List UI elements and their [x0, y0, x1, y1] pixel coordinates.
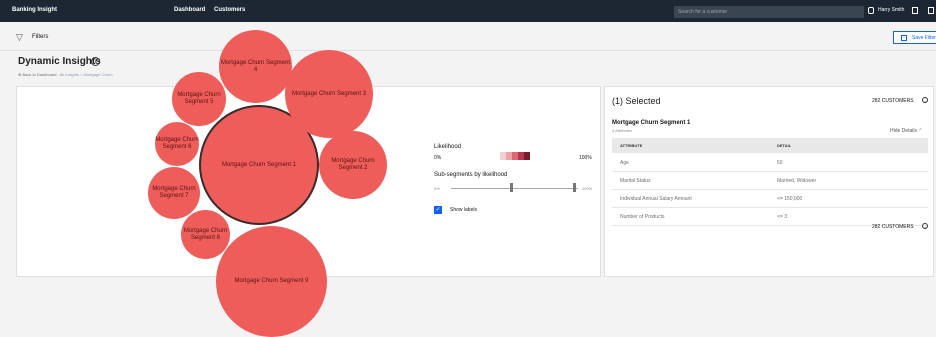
nav-dashboard[interactable]: Dashboard: [174, 7, 205, 13]
sub-segments-min: 0%: [434, 186, 440, 191]
detail-cell: <= 150,000: [777, 196, 803, 202]
sub-segments-slider[interactable]: [451, 188, 578, 189]
attribute-cell: Marital Status: [620, 178, 651, 184]
slider-handle-min[interactable]: [510, 183, 513, 192]
slider-handle-max[interactable]: [573, 183, 576, 192]
show-labels-label[interactable]: Show labels: [450, 207, 477, 213]
back-arrow-icon[interactable]: ⊗: [18, 72, 21, 77]
attribute-cell: Number of Products: [620, 214, 665, 220]
notification-icon[interactable]: [912, 7, 918, 14]
hide-details-label: Hide Details: [890, 128, 917, 134]
app-name[interactable]: Banking Insight: [12, 7, 57, 13]
likelihood-min: 0%: [434, 155, 442, 161]
attribute-cell: Age: [620, 160, 629, 166]
filter-icon[interactable]: ▽: [16, 32, 23, 43]
selection-customers-count[interactable]: 282 CUSTOMERS: [872, 98, 914, 104]
page-title: Dynamic Insights: [18, 56, 101, 67]
selection-title: (1) Selected: [612, 96, 661, 106]
breadcrumb-path[interactable]: All Insights > Mortgage Churn: [60, 72, 113, 77]
likelihood-swatch: [524, 152, 530, 160]
column-header-detail: DETAIL: [777, 143, 792, 148]
detail-cell: Married, Widower: [777, 178, 817, 184]
nav-customers[interactable]: Customers: [214, 7, 245, 13]
arrow-right-icon[interactable]: →: [922, 223, 928, 229]
breadcrumb-back-link[interactable]: Back to Dashboard: [22, 72, 56, 77]
bubble-segment-7[interactable]: Mortgage Churn Segment 7: [148, 167, 200, 219]
bubble-segment-6[interactable]: Mortgage Churn Segment 6: [155, 122, 199, 166]
save-filter-label: Save Filter: [912, 35, 936, 41]
sub-segments-label: Sub-segments by likelihood: [434, 172, 508, 178]
table-row: Age 50: [612, 154, 928, 172]
bubble-segment-2[interactable]: Mortgage Churn Segment 2: [319, 131, 387, 199]
top-bar: Banking Insight Dashboard Customers Sear…: [0, 0, 936, 22]
filters-toggle[interactable]: Filters: [32, 34, 48, 40]
save-icon: [901, 35, 907, 41]
column-header-attribute: ATTRIBUTE: [620, 143, 643, 148]
user-icon: [868, 7, 874, 14]
save-filter-button[interactable]: Save Filter: [893, 31, 936, 44]
attributes-count: 4 Attributes: [612, 128, 633, 133]
bubble-segment-8[interactable]: Mortgage Churn Segment 8: [181, 210, 230, 259]
attributes-table-header: [612, 138, 928, 153]
selected-segment-name: Mortgage Churn Segment 1: [612, 120, 691, 126]
table-row: Individual Annual Salary Amount <= 150,0…: [612, 190, 928, 208]
arrow-right-icon[interactable]: →: [922, 97, 928, 103]
detail-cell: 50: [777, 160, 783, 166]
search-input[interactable]: Search for a customer: [674, 6, 864, 18]
info-icon[interactable]: i: [91, 57, 100, 66]
filter-bar: ▽ Filters Save Filter: [0, 22, 936, 51]
attribute-cell: Individual Annual Salary Amount: [620, 196, 692, 202]
apps-icon[interactable]: [928, 7, 934, 14]
likelihood-label: Likelihood: [434, 144, 462, 150]
bubble-segment-4[interactable]: Mortgage Churn Segment 4: [219, 30, 292, 103]
footer-customers-count[interactable]: 282 CUSTOMERS: [872, 224, 914, 230]
likelihood-max: 100%: [579, 155, 592, 161]
chevron-up-icon: ⌃: [918, 128, 923, 134]
table-row: Marital Status Married, Widower: [612, 172, 928, 190]
detail-cell: <= 3: [777, 214, 788, 220]
sub-segments-max: 100%: [582, 186, 593, 191]
breadcrumb: ⊗ Back to Dashboard All Insights > Mortg…: [18, 72, 112, 77]
user-name[interactable]: Harry Smith: [878, 7, 904, 13]
bubble-segment-5[interactable]: Mortgage Churn Segment 5: [172, 72, 226, 126]
bubble-segment-3[interactable]: Mortgage Churn Segment 3: [285, 50, 373, 138]
hide-details-toggle[interactable]: Hide Details ⌃: [890, 128, 923, 134]
bubble-segment-9[interactable]: Mortgage Churn Segment 9: [216, 226, 327, 337]
show-labels-checkbox[interactable]: ✓: [434, 206, 442, 214]
